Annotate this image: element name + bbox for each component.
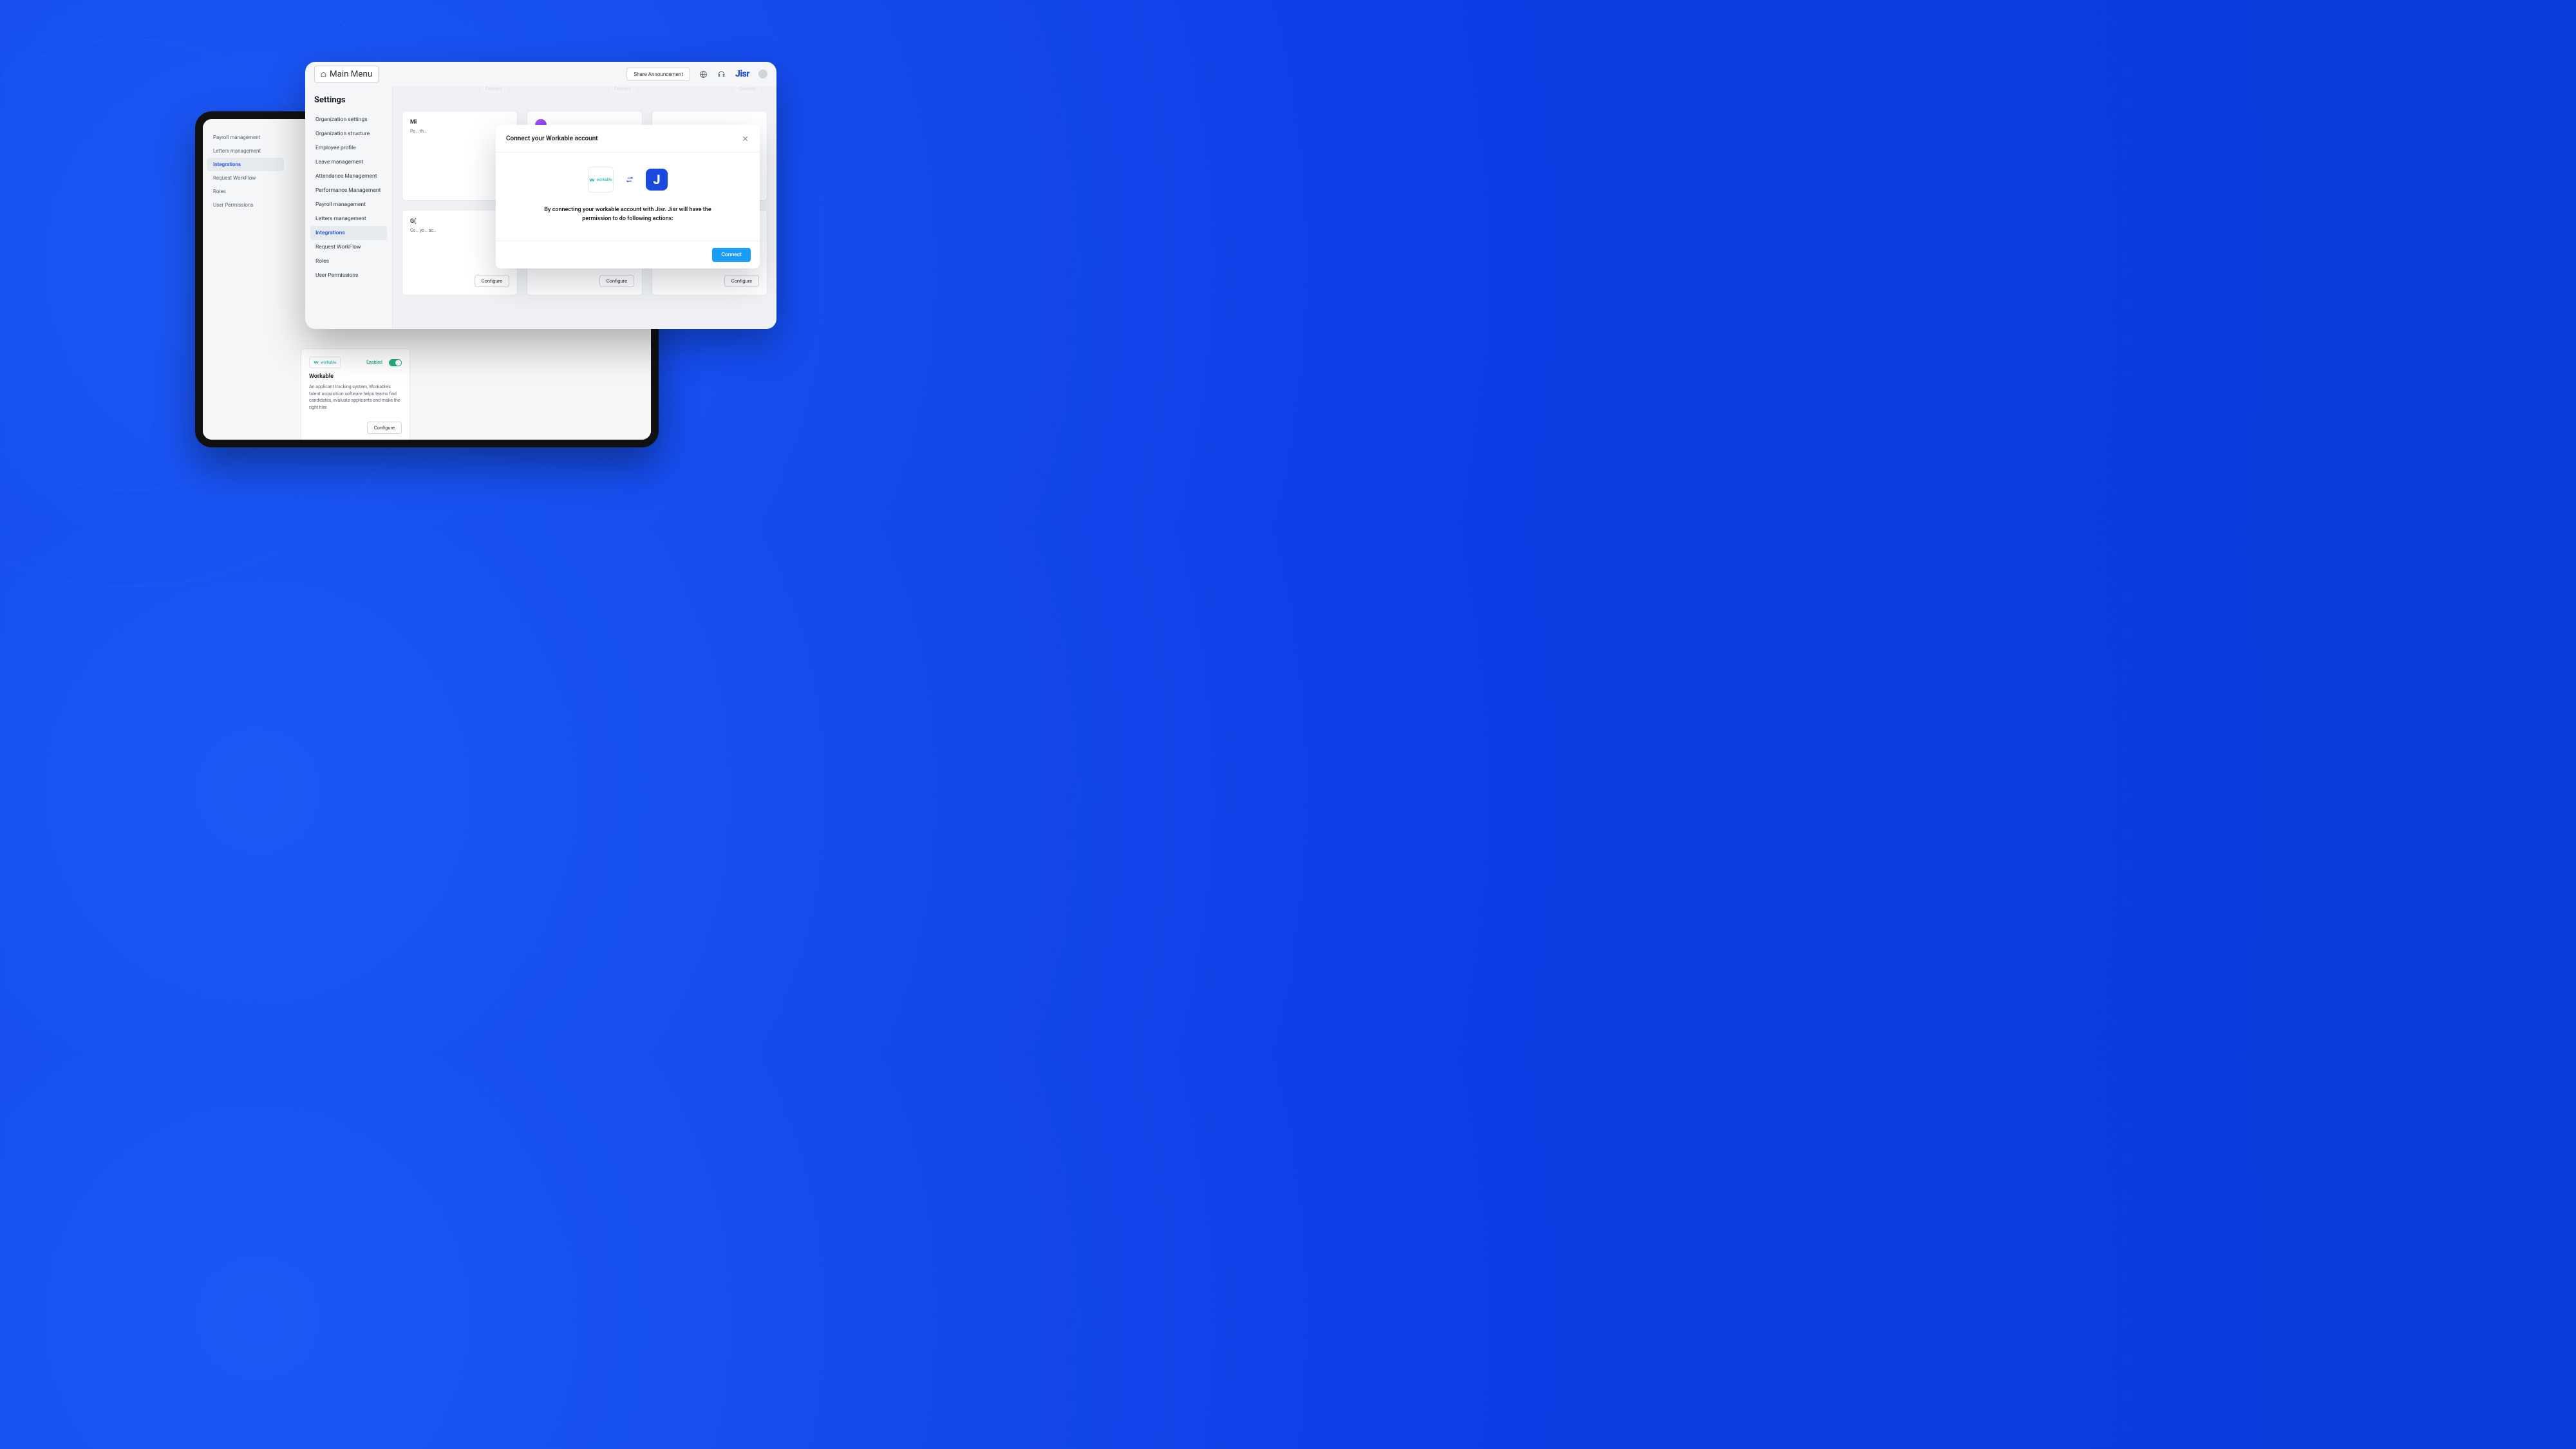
- connect-workable-modal: Connect your Workable account workable: [496, 125, 760, 268]
- tablet-sidebar-item[interactable]: Roles: [207, 185, 284, 198]
- sidebar-item[interactable]: Request WorkFlow: [310, 240, 387, 254]
- toggle-switch[interactable]: [389, 359, 402, 366]
- sidebar-item[interactable]: Organization structure: [310, 127, 387, 141]
- sidebar-item[interactable]: Letters management: [310, 212, 387, 226]
- integrations-main: Connect Connect Connect Mi Po… th… . Con…: [392, 86, 776, 329]
- avatar[interactable]: [758, 70, 767, 79]
- globe-icon[interactable]: [699, 70, 708, 79]
- tablet-sidebar: Payroll management Letters management In…: [203, 119, 288, 440]
- tablet-sidebar-item[interactable]: Request WorkFlow: [207, 171, 284, 185]
- close-icon[interactable]: [740, 134, 749, 143]
- swap-icon: [625, 175, 634, 184]
- main-menu-label: Main Menu: [330, 70, 372, 79]
- tablet-integration-card-workable: workable Enabled Workable An applicant t…: [301, 348, 410, 440]
- window-header: Main Menu Share Announcement Jisr: [305, 62, 776, 86]
- sidebar-item[interactable]: Payroll management: [310, 198, 387, 212]
- sidebar-item[interactable]: Attendance Management: [310, 169, 387, 183]
- modal-backdrop: Connect your Workable account workable: [393, 86, 776, 329]
- main-menu-button[interactable]: Main Menu: [314, 66, 379, 83]
- home-icon: [321, 71, 326, 77]
- brand-logo: Jisr: [735, 69, 749, 79]
- configure-button[interactable]: Configure: [367, 422, 402, 434]
- sidebar-item-integrations[interactable]: Integrations: [310, 226, 387, 240]
- modal-title: Connect your Workable account: [506, 135, 598, 142]
- connect-button[interactable]: Connect: [712, 248, 751, 262]
- sidebar-item[interactable]: Employee profile: [310, 141, 387, 155]
- settings-window: Main Menu Share Announcement Jisr Settin…: [305, 62, 776, 329]
- workable-logo: workable: [309, 357, 341, 368]
- workable-logo-text: workable: [596, 178, 612, 182]
- settings-sidebar: Settings Organization settings Organizat…: [305, 86, 392, 329]
- workable-logo-text: workable: [321, 360, 336, 365]
- settings-title: Settings: [310, 93, 387, 113]
- jisr-logo: J: [646, 169, 668, 191]
- tablet-sidebar-item[interactable]: Letters management: [207, 144, 284, 158]
- sidebar-item[interactable]: Performance Management: [310, 183, 387, 198]
- workable-logo: workable: [588, 167, 614, 192]
- sidebar-item[interactable]: Roles: [310, 254, 387, 268]
- status-enabled: Enabled: [366, 360, 382, 365]
- modal-body-text: By connecting your workable account with…: [538, 205, 718, 224]
- tablet-sidebar-item-integrations[interactable]: Integrations: [207, 158, 284, 171]
- share-announcement-button[interactable]: Share Announcement: [626, 68, 690, 81]
- support-icon[interactable]: [717, 70, 726, 79]
- tablet-sidebar-item[interactable]: Payroll management: [207, 131, 284, 144]
- card-description: An applicant tracking system, Workable's…: [309, 384, 402, 411]
- sidebar-item[interactable]: User Permissions: [310, 268, 387, 283]
- tablet-sidebar-item[interactable]: User Permissions: [207, 198, 284, 212]
- workable-icon: [589, 177, 595, 183]
- sidebar-item[interactable]: Leave management: [310, 155, 387, 169]
- workable-icon: [314, 360, 319, 365]
- sidebar-item[interactable]: Organization settings: [310, 113, 387, 127]
- modal-logos: workable J: [511, 167, 744, 192]
- card-title: Workable: [309, 373, 402, 380]
